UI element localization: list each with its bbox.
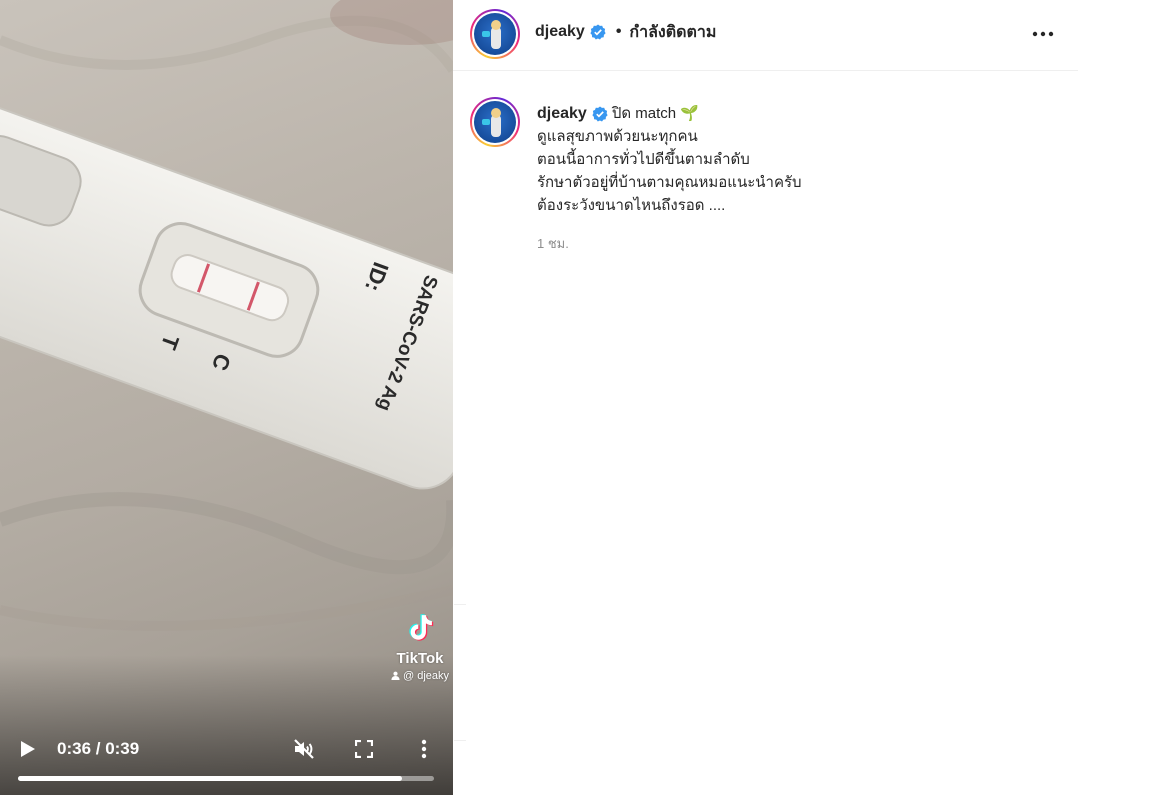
caption-first-line: djeaky ปิด match 🌱 — [537, 102, 1057, 125]
avatar-picture — [482, 20, 501, 49]
video-controls: 0:36 / 0:39 — [0, 727, 453, 767]
video-time: 0:36 / 0:39 — [57, 739, 140, 758]
tiktok-brand-text: TikTok — [396, 650, 444, 667]
tiktok-handle-text: @ djeaky — [403, 670, 450, 682]
vertical-more-icon — [421, 739, 427, 759]
header-avatar[interactable] — [470, 9, 520, 59]
tiktok-handle: @ djeaky — [388, 670, 452, 682]
video-progress-bar[interactable] — [18, 776, 434, 781]
video-player[interactable]: T C ID: SARS-CoV-2 Ag TikTok @ djeaky 0:… — [0, 0, 453, 795]
caption-timestamp[interactable]: 1 ชม. — [537, 233, 569, 254]
fullscreen-icon — [355, 740, 373, 758]
verified-badge-icon — [590, 24, 606, 40]
tiktok-logo-icon — [409, 614, 434, 641]
horizontal-more-icon — [1032, 31, 1054, 37]
header-separator: • — [615, 23, 622, 40]
caption-line: รักษาตัวอยู่ที่บ้านตามคุณหมอแนะนำครับ — [537, 174, 802, 191]
muted-speaker-icon — [294, 739, 314, 759]
caption-text: djeaky ปิด match 🌱 ดูแลสุขภาพด้วยนะทุกคน… — [537, 102, 1057, 217]
play-button[interactable] — [14, 735, 42, 763]
video-bottom-shade — [0, 655, 453, 795]
video-progress-fill — [18, 776, 402, 781]
avatar-picture — [482, 108, 501, 137]
caption-line: ตอนนี้อาการทั่วไปดีขึ้นตามลำดับ — [537, 151, 750, 168]
caption-avatar[interactable] — [470, 97, 520, 147]
user-icon — [391, 671, 400, 680]
mute-button[interactable] — [290, 735, 318, 763]
caption-username[interactable]: djeaky — [537, 102, 587, 125]
divider — [454, 604, 466, 605]
divider — [454, 740, 466, 741]
header-username[interactable]: djeaky — [535, 23, 585, 41]
caption-line: ดูแลสุขภาพด้วยนะทุกคน — [537, 128, 698, 145]
avatar — [474, 13, 516, 55]
avatar — [474, 101, 516, 143]
header-user-row: djeaky • กำลังติดตาม — [535, 20, 716, 44]
video-more-button[interactable] — [410, 735, 438, 763]
post-header: djeaky • กำลังติดตาม — [453, 0, 1078, 71]
fullscreen-button[interactable] — [350, 735, 378, 763]
post-page: T C ID: SARS-CoV-2 Ag TikTok @ djeaky 0:… — [0, 0, 1152, 795]
play-icon — [21, 741, 35, 757]
verified-badge-icon — [592, 106, 608, 121]
caption-line: ต้องระวังขนาดไหนถึงรอด .... — [537, 197, 726, 214]
caption-line: ปิด match 🌱 — [611, 105, 699, 122]
tiktok-watermark: TikTok @ djeaky — [388, 610, 452, 682]
follow-status-button[interactable]: กำลังติดตาม — [629, 20, 716, 45]
post-options-button[interactable] — [1029, 22, 1057, 46]
post-side-panel: djeaky • กำลังติดตาม djeaky ปิด match 🌱 … — [453, 0, 1078, 795]
